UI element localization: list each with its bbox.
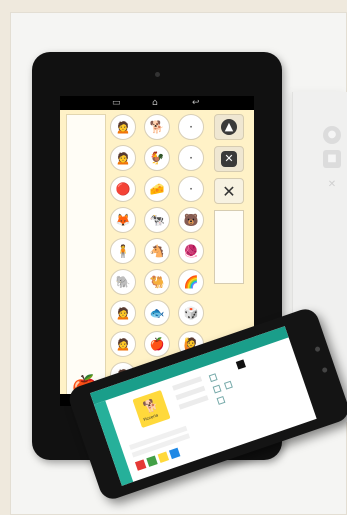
symbol-button[interactable]: 🐴 <box>144 238 170 264</box>
dark-swatch <box>235 359 246 370</box>
close-icon: ✕ <box>222 181 236 201</box>
blank-panel <box>214 210 244 284</box>
checkbox[interactable] <box>216 395 226 405</box>
up-arrow-button[interactable]: ▲ <box>214 114 244 140</box>
symbol-button[interactable]: 🙍 <box>110 145 136 171</box>
delete-word-button[interactable]: ✕ <box>214 146 244 172</box>
symbol-button[interactable]: 🐘 <box>110 269 136 295</box>
side-strip <box>93 400 134 486</box>
recent-apps-icon[interactable]: ↩ <box>192 97 200 109</box>
symbol-button[interactable]: 🌈 <box>178 269 204 295</box>
clear-button[interactable]: ✕ <box>214 178 244 204</box>
symbol-button[interactable]: 🐟 <box>144 300 170 326</box>
symbol-button[interactable]: 🔴 <box>110 176 136 202</box>
checkbox[interactable] <box>212 384 222 394</box>
symbol-button[interactable]: 🧍 <box>110 238 136 264</box>
symbol-button[interactable]: 🐫 <box>144 269 170 295</box>
symbol-button[interactable]: · <box>178 114 204 140</box>
up-arrow-icon: ▲ <box>221 119 237 135</box>
camera-dot <box>155 72 160 77</box>
color-chip[interactable] <box>134 459 147 471</box>
symbol-button[interactable]: 🐕 <box>144 114 170 140</box>
back-icon[interactable]: ▭ <box>112 97 121 109</box>
delete-icon: ✕ <box>221 151 237 167</box>
symbol-button[interactable]: 🙍 <box>110 114 136 140</box>
symbol-button[interactable]: 🐄 <box>144 207 170 233</box>
sentence-bar[interactable]: 🍎 <box>66 114 106 404</box>
checkbox[interactable] <box>223 380 233 390</box>
symbol-button[interactable]: 🧶 <box>178 238 204 264</box>
symbol-button[interactable]: 🍎 <box>144 331 170 357</box>
shield-icon: ■ <box>323 150 341 168</box>
checkbox[interactable] <box>208 373 218 383</box>
symbol-button[interactable]: 🦊 <box>110 207 136 233</box>
symbol-button[interactable]: 🐓 <box>144 145 170 171</box>
color-chip[interactable] <box>157 451 170 463</box>
symbol-button[interactable]: 🙍 <box>110 331 136 357</box>
close-icon: ✕ <box>327 179 337 190</box>
symbol-button[interactable]: 🎲 <box>178 300 204 326</box>
symbol-tile[interactable]: 🐕 Pizzeria <box>132 389 171 429</box>
circle-icon: ● <box>323 126 341 144</box>
side-button <box>314 345 321 353</box>
side-button <box>321 366 328 374</box>
symbol-button[interactable]: 🙍 <box>110 300 136 326</box>
symbol-button[interactable]: · <box>178 176 204 202</box>
color-chip[interactable] <box>168 447 181 460</box>
symbol-button[interactable]: 🧀 <box>144 176 170 202</box>
color-chip[interactable] <box>146 455 158 467</box>
symbol-button[interactable]: 🐻 <box>178 207 204 233</box>
android-nav-bar: ▭ ⌂ ↩ <box>60 96 254 110</box>
home-icon[interactable]: ⌂ <box>152 97 158 109</box>
symbol-button[interactable]: · <box>178 145 204 171</box>
